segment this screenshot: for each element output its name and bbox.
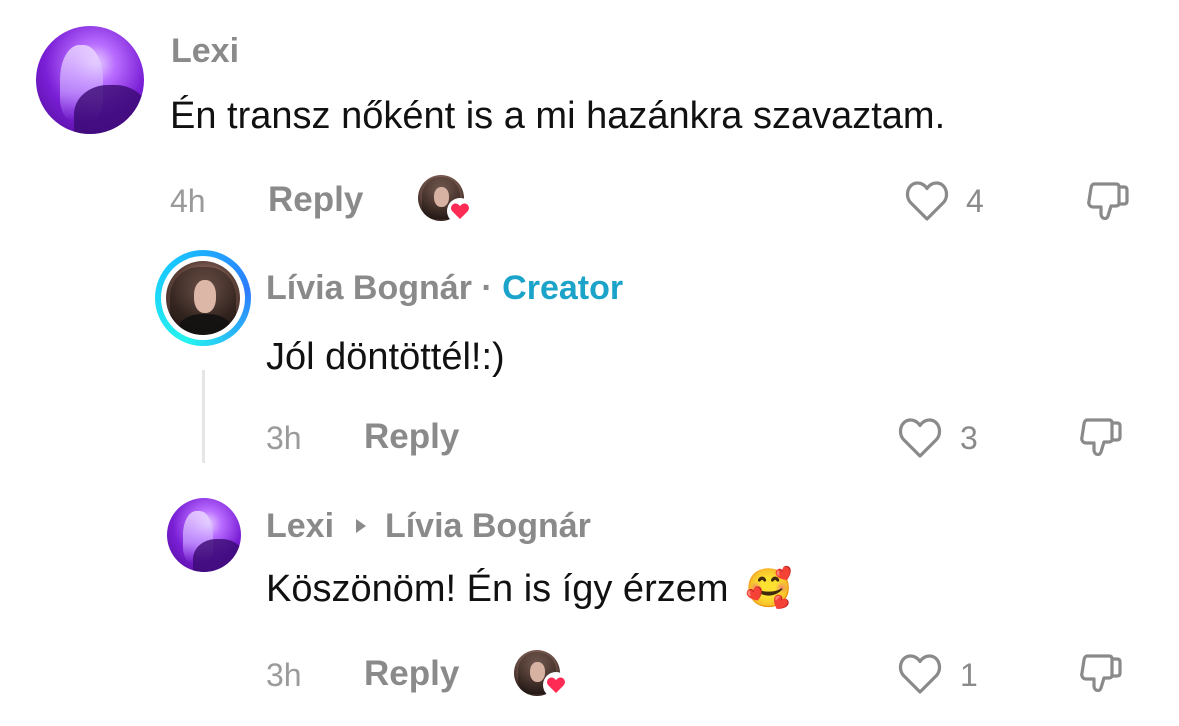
- comment-text: Köszönöm! Én is így érzem: [266, 568, 729, 610]
- comment-text: Jól döntöttél!:): [266, 336, 505, 378]
- thumbs-down-icon[interactable]: [1075, 412, 1125, 462]
- avatar-creator-livia[interactable]: [155, 250, 251, 346]
- reply-button[interactable]: Reply: [364, 654, 459, 694]
- creator-heart-badge-icon: [446, 197, 474, 225]
- comment-time: 4h: [170, 183, 206, 219]
- creator-heart-badge-icon: [542, 671, 570, 699]
- thread-connector-line: [202, 370, 205, 463]
- comment-time: 3h: [266, 657, 302, 693]
- avatar-lexi[interactable]: [167, 498, 241, 572]
- creator-badge: Creator: [502, 269, 624, 307]
- comment-author[interactable]: Lívia Bognár: [266, 269, 472, 307]
- reply-to-author[interactable]: Lívia Bognár: [385, 507, 591, 545]
- reply-button[interactable]: Reply: [364, 417, 459, 457]
- comment-author[interactable]: Lexi: [266, 507, 334, 545]
- reply-button[interactable]: Reply: [268, 180, 363, 220]
- smiling-face-with-hearts-emoji: 🥰: [745, 568, 793, 610]
- comment-text-row: Köszönöm! Én is így érzem 🥰: [266, 566, 792, 612]
- like-count: 3: [960, 420, 978, 456]
- comment-time: 3h: [266, 420, 302, 456]
- heart-outline-icon[interactable]: [895, 414, 945, 460]
- comment-text: Én transz nőként is a mi hazánkra szavaz…: [170, 95, 946, 137]
- comment-author-with-badge: Lívia Bognár · Creator: [266, 268, 623, 308]
- avatar-lexi[interactable]: [36, 26, 144, 134]
- reply-arrow-icon: [354, 517, 368, 535]
- heart-outline-icon[interactable]: [902, 177, 952, 223]
- heart-outline-icon[interactable]: [895, 650, 945, 696]
- thumbs-down-icon[interactable]: [1075, 648, 1125, 698]
- comment-author[interactable]: Lexi: [171, 31, 239, 71]
- name-separator: ·: [481, 269, 493, 307]
- like-count: 4: [966, 183, 984, 219]
- reply-author-line: Lexi Lívia Bognár: [266, 506, 591, 546]
- thumbs-down-icon[interactable]: [1082, 176, 1132, 226]
- like-count: 1: [960, 657, 978, 693]
